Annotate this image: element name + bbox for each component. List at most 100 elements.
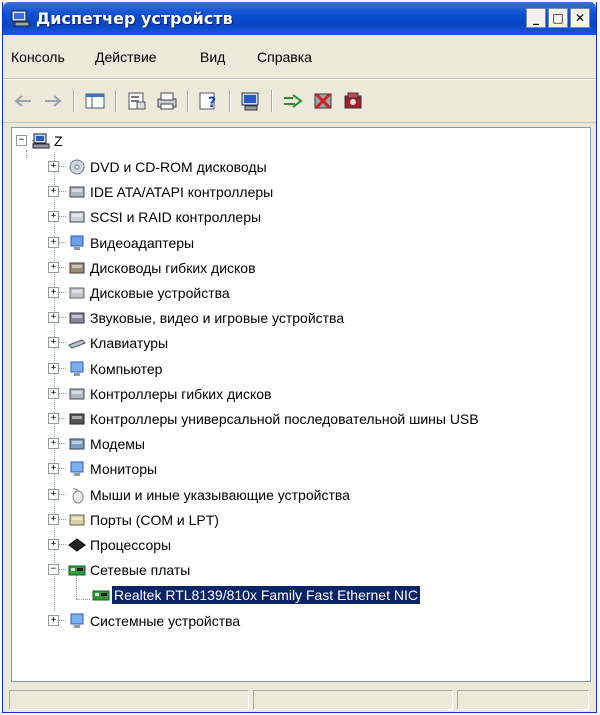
computer-icon bbox=[68, 360, 86, 378]
disk-drive-icon bbox=[68, 284, 86, 302]
tree-item-label: Контроллеры гибких дисков bbox=[90, 386, 272, 402]
help-icon[interactable]: ? bbox=[197, 90, 221, 112]
tree-item[interactable]: + Мыши и иные указывающие устройства bbox=[12, 485, 587, 505]
tree-item-label: Системные устройства bbox=[90, 613, 241, 629]
tree-item[interactable]: + Дисководы гибких дисков bbox=[12, 258, 587, 278]
tree-item-label: Порты (COM и LPT) bbox=[90, 512, 219, 528]
maximize-button[interactable]: □ bbox=[548, 8, 568, 28]
expand-toggle[interactable]: + bbox=[48, 514, 59, 525]
expand-toggle[interactable]: + bbox=[48, 615, 59, 626]
minimize-button[interactable]: _ bbox=[526, 8, 546, 28]
tree-item-label: Мониторы bbox=[90, 461, 158, 477]
print-icon[interactable] bbox=[155, 90, 179, 112]
tree-item[interactable]: + Контроллеры гибких дисков bbox=[12, 384, 587, 404]
collapse-toggle[interactable]: − bbox=[48, 564, 59, 575]
tree-item[interactable]: + Видеоадаптеры bbox=[12, 233, 587, 253]
forward-arrow-icon[interactable] bbox=[41, 90, 65, 112]
scan-hardware-icon[interactable] bbox=[239, 90, 263, 112]
expand-toggle[interactable]: + bbox=[48, 161, 59, 172]
tree-root[interactable]: − Z bbox=[12, 131, 312, 151]
device-manager-window: Диспетчер устройств _ □ ✕ Консоль Действ… bbox=[2, 2, 597, 713]
expand-toggle[interactable]: + bbox=[48, 237, 59, 248]
scsi-controller-icon bbox=[68, 208, 86, 226]
tree-root-label: Z bbox=[54, 133, 63, 149]
menu-console[interactable]: Консоль bbox=[11, 49, 65, 65]
update-driver-icon[interactable] bbox=[281, 90, 305, 112]
tree-item-label: Мыши и иные указывающие устройства bbox=[90, 487, 350, 503]
expand-toggle[interactable]: + bbox=[48, 413, 59, 424]
port-icon bbox=[68, 511, 86, 529]
tree-item[interactable]: − Сетевые платы bbox=[12, 560, 587, 580]
system-devices-icon bbox=[68, 612, 86, 630]
tree-item-label: Клавиатуры bbox=[90, 335, 169, 351]
tree-item-label: Компьютер bbox=[90, 361, 163, 377]
tree-item[interactable]: + Модемы bbox=[12, 434, 587, 454]
tree-item[interactable]: + Клавиатуры bbox=[12, 333, 587, 353]
properties-icon[interactable] bbox=[125, 90, 149, 112]
tree-item-label: IDE ATA/ATAPI контроллеры bbox=[90, 184, 274, 200]
network-card-icon bbox=[68, 561, 86, 579]
disable-device-icon[interactable] bbox=[341, 90, 365, 112]
expand-toggle[interactable]: + bbox=[48, 262, 59, 273]
expand-toggle[interactable]: + bbox=[48, 287, 59, 298]
tree-item[interactable]: + Мониторы bbox=[12, 459, 587, 479]
mouse-icon bbox=[68, 486, 86, 504]
expand-toggle[interactable]: + bbox=[48, 363, 59, 374]
status-pane-2 bbox=[253, 690, 453, 710]
tree-item-label: Видеоадаптеры bbox=[90, 235, 195, 251]
monitor-icon bbox=[68, 460, 86, 478]
tree-child-item[interactable]: Realtek RTL8139/810x Family Fast Etherne… bbox=[12, 585, 587, 605]
floppy-controller-icon bbox=[68, 385, 86, 403]
tree-item[interactable]: + Процессоры bbox=[12, 535, 587, 555]
expand-toggle[interactable]: + bbox=[48, 539, 59, 550]
tree-item[interactable]: + Дисковые устройства bbox=[12, 283, 587, 303]
status-pane-3 bbox=[457, 690, 589, 710]
status-bar bbox=[3, 687, 596, 711]
device-tree[interactable]: − Z + DVD и CD-ROM дисководы + IDE ATA/ATAP… bbox=[11, 127, 591, 682]
tree-item[interactable]: + Порты (COM и LPT) bbox=[12, 510, 587, 530]
tree-item-label: Сетевые платы bbox=[90, 562, 191, 578]
tree-item[interactable]: + SCSI и RAID контроллеры bbox=[12, 207, 587, 227]
uninstall-icon[interactable] bbox=[311, 90, 335, 112]
expand-toggle[interactable]: + bbox=[48, 489, 59, 500]
menu-action[interactable]: Действие bbox=[95, 49, 157, 65]
tree-item[interactable]: + Звуковые, видео и игровые устройства bbox=[12, 308, 587, 328]
processor-icon bbox=[68, 536, 86, 554]
tree-item-label: Звуковые, видео и игровые устройства bbox=[90, 310, 345, 326]
tree-item[interactable]: + Системные устройства bbox=[12, 611, 587, 631]
usb-icon bbox=[68, 410, 86, 428]
tree-item[interactable]: + IDE ATA/ATAPI контроллеры bbox=[12, 182, 587, 202]
back-arrow-icon[interactable] bbox=[11, 90, 35, 112]
menu-help[interactable]: Справка bbox=[257, 49, 312, 65]
expand-toggle[interactable]: + bbox=[48, 337, 59, 348]
menu-bar: Консоль Действие Вид Справка bbox=[3, 38, 596, 79]
tree-item-label: Процессоры bbox=[90, 537, 172, 553]
window-controls: _ □ ✕ bbox=[526, 8, 590, 28]
tree-item[interactable]: + Контроллеры универсальной последователь… bbox=[12, 409, 587, 429]
expand-toggle[interactable]: + bbox=[48, 211, 59, 222]
expand-toggle[interactable]: + bbox=[48, 438, 59, 449]
show-hide-tree-icon[interactable] bbox=[83, 90, 107, 112]
tree-item[interactable]: + Компьютер bbox=[12, 359, 587, 379]
expand-toggle[interactable]: + bbox=[48, 312, 59, 323]
tree-item-label: DVD и CD-ROM дисководы bbox=[90, 159, 267, 175]
window-title: Диспетчер устройств bbox=[36, 9, 233, 28]
tree-item-label: Дисководы гибких дисков bbox=[90, 260, 256, 276]
ide-controller-icon bbox=[68, 183, 86, 201]
expand-toggle[interactable]: + bbox=[48, 186, 59, 197]
status-pane-1 bbox=[9, 690, 249, 710]
expand-toggle[interactable]: + bbox=[48, 463, 59, 474]
tree-item[interactable]: + DVD и CD-ROM дисководы bbox=[12, 157, 587, 177]
svg-text:?: ? bbox=[208, 95, 216, 111]
collapse-toggle[interactable]: − bbox=[16, 135, 27, 146]
cdrom-icon bbox=[68, 158, 86, 176]
tree-item-label: Контроллеры универсальной последовательн… bbox=[90, 411, 479, 427]
tree-item-label: Дисковые устройства bbox=[90, 285, 230, 301]
menu-view[interactable]: Вид bbox=[200, 49, 225, 65]
expand-toggle[interactable]: + bbox=[48, 388, 59, 399]
tree-item-label: Модемы bbox=[90, 436, 145, 452]
title-bar[interactable]: Диспетчер устройств _ □ ✕ bbox=[3, 2, 596, 35]
selected-device-label: Realtek RTL8139/810x Family Fast Etherne… bbox=[112, 586, 420, 604]
display-adapter-icon bbox=[68, 234, 86, 252]
close-button[interactable]: ✕ bbox=[570, 8, 590, 28]
